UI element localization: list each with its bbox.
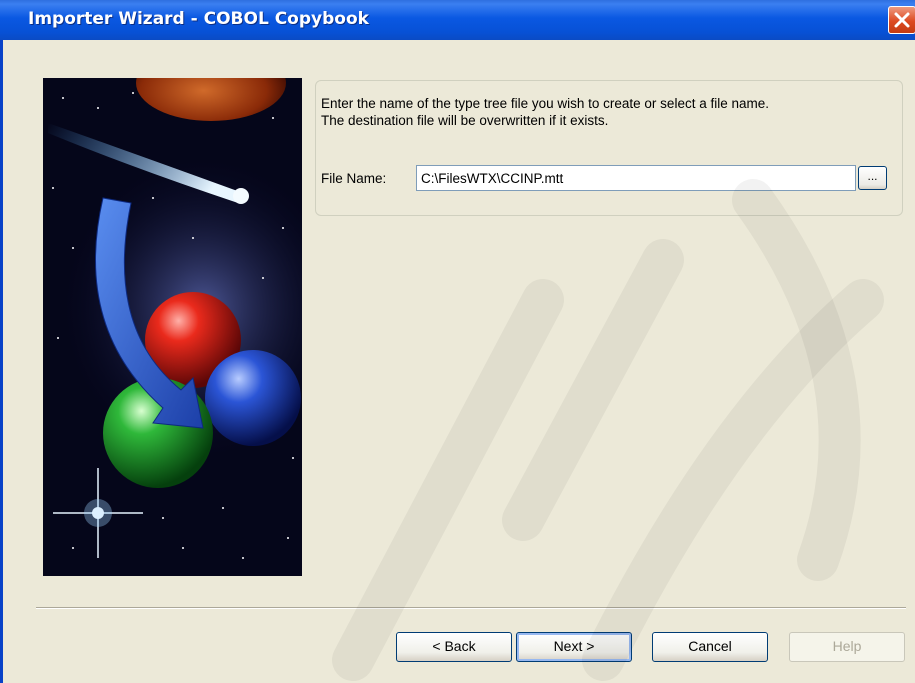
browse-button[interactable]: ...: [858, 166, 887, 190]
wizard-artwork: [43, 78, 302, 576]
file-name-panel: Enter the name of the type tree file you…: [315, 80, 903, 216]
file-name-input[interactable]: [416, 165, 856, 191]
instruction-line-1: Enter the name of the type tree file you…: [321, 96, 769, 111]
wizard-content: Enter the name of the type tree file you…: [3, 40, 915, 683]
back-button[interactable]: < Back: [396, 632, 512, 662]
window-title: Importer Wizard - COBOL Copybook: [28, 9, 369, 29]
cancel-button[interactable]: Cancel: [652, 632, 768, 662]
help-button[interactable]: Help: [789, 632, 905, 662]
importer-wizard-window: Importer Wizard - COBOL Copybook Enter t…: [0, 0, 915, 683]
instruction-text: Enter the name of the type tree file you…: [321, 95, 896, 129]
close-icon: [894, 12, 910, 28]
instruction-line-2: The destination file will be overwritten…: [321, 113, 609, 128]
title-bar[interactable]: Importer Wizard - COBOL Copybook: [0, 0, 915, 40]
next-button[interactable]: Next >: [516, 632, 632, 662]
separator: [36, 607, 906, 609]
file-name-label: File Name:: [321, 171, 387, 186]
close-button[interactable]: [888, 6, 915, 34]
